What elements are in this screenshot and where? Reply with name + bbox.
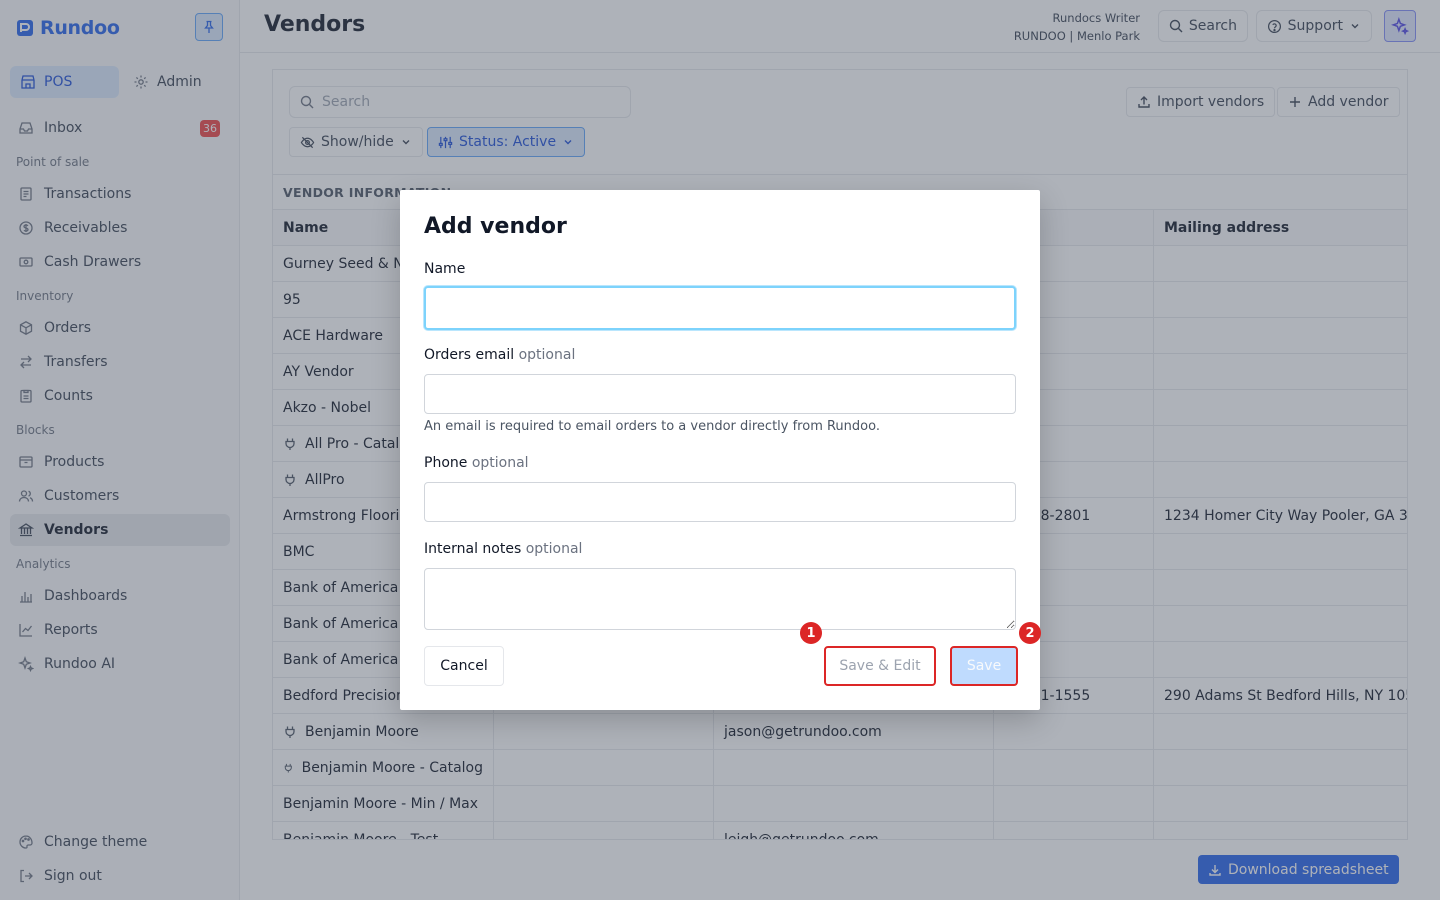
name-field-label: Name xyxy=(424,261,465,277)
optional-tag: optional xyxy=(518,347,576,363)
notes-label-text: Internal notes xyxy=(424,541,522,557)
phone-field-label: Phone optional xyxy=(424,455,529,471)
annotation-marker-2: 2 xyxy=(1019,622,1041,644)
save-button[interactable]: Save xyxy=(950,646,1018,686)
email-label-text: Orders email xyxy=(424,347,515,363)
email-help-text: An email is required to email orders to … xyxy=(424,419,880,434)
vendor-name-input[interactable] xyxy=(424,286,1016,330)
optional-tag: optional xyxy=(471,455,529,471)
name-label-text: Name xyxy=(424,261,466,277)
add-vendor-dialog: Add vendor Name Orders email optional An… xyxy=(400,190,1041,710)
annotation-marker-1: 1 xyxy=(800,622,822,644)
save-label: Save xyxy=(954,650,1014,682)
internal-notes-textarea[interactable] xyxy=(424,568,1016,630)
internal-notes-field-label: Internal notes optional xyxy=(424,541,582,557)
phone-input[interactable] xyxy=(424,482,1016,522)
orders-email-field-label: Orders email optional xyxy=(424,347,575,363)
optional-tag: optional xyxy=(525,541,583,557)
save-and-edit-button[interactable]: Save & Edit xyxy=(824,646,936,686)
cancel-button[interactable]: Cancel xyxy=(424,646,504,686)
orders-email-input[interactable] xyxy=(424,374,1016,414)
phone-label-text: Phone xyxy=(424,455,468,471)
dialog-title: Add vendor xyxy=(424,214,567,239)
